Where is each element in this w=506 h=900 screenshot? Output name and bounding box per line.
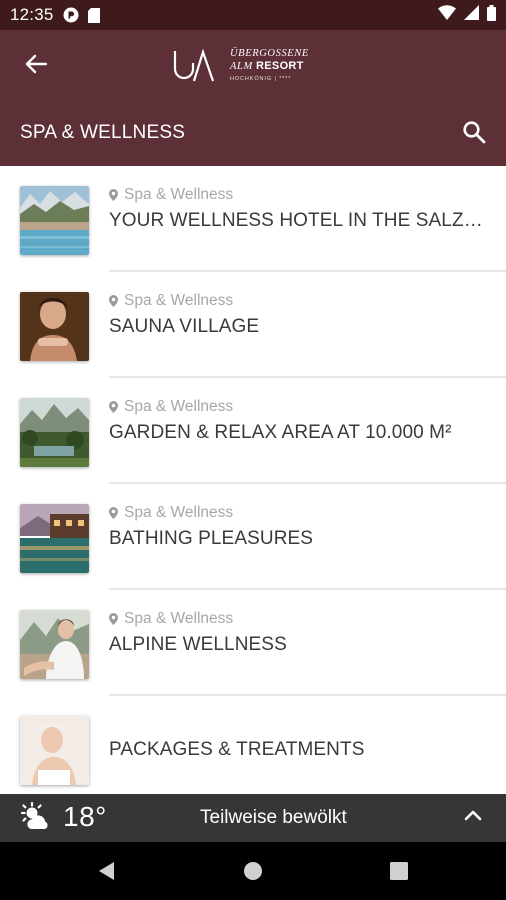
list-item[interactable]: Spa & Wellness GARDEN & RELAX AREA AT 10… [0, 378, 506, 484]
item-category: Spa & Wellness [109, 186, 233, 204]
item-category-label: Spa & Wellness [124, 504, 234, 521]
location-pin-icon [109, 401, 118, 413]
system-nav-bar [0, 842, 506, 900]
pocket-casts-icon [63, 7, 79, 23]
location-pin-icon [109, 613, 118, 625]
status-time: 12:35 [10, 5, 54, 24]
item-category: Spa & Wellness [109, 292, 233, 310]
list-item[interactable]: Spa & Wellness BATHING PLEASURES [0, 484, 506, 590]
search-icon [462, 120, 486, 149]
item-title: BATHING PLEASURES [109, 528, 314, 549]
thumbnail-woman-towel [20, 716, 89, 785]
item-category-label: Spa & Wellness [124, 398, 234, 415]
wifi-icon [438, 5, 456, 25]
search-button[interactable] [456, 116, 492, 152]
item-title: PACKAGES & TREATMENTS [109, 739, 365, 760]
item-category: Spa & Wellness [109, 398, 233, 416]
resort-logo: ÜBERGOSSENE ALM RESORT HOCHKÖNIG | **** [172, 44, 309, 88]
thumbnail-woman-sauna [20, 292, 89, 361]
thumbnail-pool-mountains [20, 186, 89, 255]
logo-line3: HOCHKÖNIG | **** [230, 76, 292, 83]
list-item[interactable]: PACKAGES & TREATMENTS [0, 696, 506, 794]
back-triangle-icon[interactable] [96, 860, 116, 887]
list-item[interactable]: Spa & Wellness YOUR WELLNESS HOTEL IN TH… [0, 166, 506, 272]
thumbnail-garden-forest [20, 398, 89, 467]
temperature: 18° [63, 801, 107, 832]
item-title: ALPINE WELLNESS [109, 634, 287, 655]
location-pin-icon [109, 189, 118, 201]
item-category-label: Spa & Wellness [124, 292, 234, 309]
item-category: Spa & Wellness [109, 610, 233, 628]
chevron-up-icon[interactable] [464, 808, 482, 826]
back-button[interactable] [16, 48, 56, 84]
item-title: GARDEN & RELAX AREA AT 10.000 M² [109, 422, 452, 443]
battery-icon [487, 4, 496, 26]
location-pin-icon [109, 295, 118, 307]
logo-line2-bold: RESORT [256, 59, 304, 72]
logo-line1: ÜBERGOSSENE [230, 48, 309, 60]
page-title: SPA & WELLNESS [20, 122, 186, 143]
list-item[interactable]: Spa & Wellness ALPINE WELLNESS [0, 590, 506, 696]
list-item[interactable]: Spa & Wellness SAUNA VILLAGE [0, 272, 506, 378]
sd-card-icon [87, 7, 100, 23]
thumbnail-woman-bathrobe [20, 610, 89, 679]
status-bar: 12:35 [0, 0, 506, 30]
recents-square-icon[interactable] [389, 860, 409, 887]
logo-monogram [173, 49, 215, 82]
signal-icon [464, 5, 479, 25]
item-title: YOUR WELLNESS HOTEL IN THE SALZBU... [109, 210, 489, 231]
home-circle-icon[interactable] [243, 860, 263, 887]
item-title: SAUNA VILLAGE [109, 316, 260, 337]
item-category-label: Spa & Wellness [124, 610, 234, 627]
weather-bar[interactable]: 18° Teilweise bewölkt [0, 794, 506, 842]
arrow-left-icon [25, 54, 48, 79]
logo-line2-italic: ALM [230, 60, 253, 72]
app-header: ÜBERGOSSENE ALM RESORT HOCHKÖNIG | **** … [0, 30, 506, 166]
item-category-label: Spa & Wellness [124, 186, 234, 203]
content-list: Spa & Wellness YOUR WELLNESS HOTEL IN TH… [0, 166, 506, 794]
partly-cloudy-icon [20, 801, 52, 837]
weather-condition: Teilweise bewölkt [200, 807, 347, 828]
location-pin-icon [109, 507, 118, 519]
item-category: Spa & Wellness [109, 504, 233, 522]
thumbnail-outdoor-pool-dusk [20, 504, 89, 573]
